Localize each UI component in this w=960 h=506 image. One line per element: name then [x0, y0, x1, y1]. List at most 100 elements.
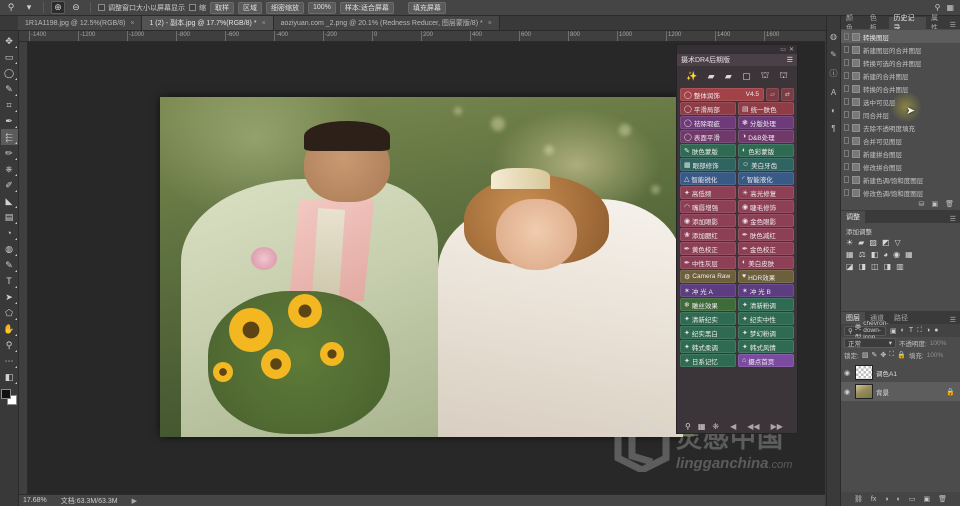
info-icon[interactable]: ⓘ	[830, 68, 838, 79]
move-tool[interactable]: ✥	[1, 33, 18, 49]
dr-button-智能锐化[interactable]: △ 智能锐化	[680, 172, 736, 185]
dr-button-高光修复[interactable]: ☀ 高光修复	[738, 186, 794, 199]
stamp-icon[interactable]: ⛫	[761, 70, 769, 82]
exposure-icon[interactable]: ◩	[882, 238, 890, 247]
brightness-icon[interactable]: ☀	[846, 238, 853, 247]
history-item[interactable]: 新建拼合图层	[841, 147, 960, 160]
dr-button-清新纪实[interactable]: ✦ 清新纪实	[680, 312, 736, 325]
history-snapshot-checkbox[interactable]	[844, 189, 849, 196]
dr-button-嘴唇增强[interactable]: ◠ 嘴唇增强	[680, 200, 736, 213]
scrub-checkbox[interactable]: 缩	[189, 3, 206, 13]
dr-button-肤色蒙版[interactable]: ✎ 肤色蒙版	[680, 144, 736, 157]
document-tab-active[interactable]: 1 (2) - 副本.jpg @ 17.7%(RGB/8) * ×	[142, 16, 274, 30]
history-brush-tool[interactable]: ✐	[1, 177, 18, 193]
vibrance-icon[interactable]: ▽	[894, 238, 900, 247]
invert-icon[interactable]: ◪	[846, 262, 854, 271]
history-item[interactable]: 同合并层	[841, 108, 960, 121]
mask-icon[interactable]: ◑	[884, 496, 888, 503]
fill-value[interactable]: 100%	[927, 352, 944, 359]
dr-button-肤色减红[interactable]: ✒ 肤色减红	[738, 228, 794, 241]
dr-button-平滑局部[interactable]: ◯ 平滑局部	[680, 102, 736, 115]
opacity-value[interactable]: 100%	[930, 340, 947, 347]
history-snapshot-checkbox[interactable]	[844, 163, 849, 170]
quickmask-tool[interactable]: ◧	[1, 369, 18, 385]
dr-nav-button[interactable]: ◀◀	[747, 422, 759, 431]
dr-button-冲 光 B[interactable]: ✶ 冲 光 B	[738, 284, 794, 297]
history-snapshot-checkbox[interactable]	[844, 85, 849, 92]
fill-screen-button[interactable]: 填充屏幕	[407, 1, 446, 14]
zoom-tool[interactable]: ⚲	[1, 337, 18, 353]
dr-button-韩式风情[interactable]: ✦ 韩式风情	[738, 340, 794, 353]
dr-button-眼部修饰[interactable]: ▦ 眼部修饰	[680, 158, 736, 171]
dr-titlebar[interactable]: ▭ ✕	[677, 45, 797, 54]
bw-icon[interactable]: ◧	[871, 250, 879, 259]
selective-color-icon[interactable]: ▥	[896, 262, 904, 271]
more-tools[interactable]: ⋯	[1, 353, 18, 369]
dr-shape-icon[interactable]: ▱	[766, 88, 779, 101]
zoom-in-icon[interactable]: ⊕	[51, 1, 65, 14]
resize-window-checkbox[interactable]: 调整窗口大小以屏幕显示	[98, 3, 185, 13]
dr-button-智能液化[interactable]: ◜ 智能液化	[738, 172, 794, 185]
area-button[interactable]: 区域	[238, 1, 262, 14]
dr-nav-button[interactable]: ▶▶	[771, 422, 783, 431]
history-item[interactable]: 去除不透明度填充	[841, 121, 960, 134]
image-filter-icon[interactable]: ▣	[890, 327, 897, 335]
document-size[interactable]: 文档:63.3M/63.3M	[61, 496, 118, 506]
history-item[interactable]: 选中可见层	[841, 95, 960, 108]
history-item[interactable]: 新建图层的合并图层	[841, 43, 960, 56]
zoom-out-icon[interactable]: ⊖	[69, 1, 83, 14]
rectangle-icon[interactable]: ▢	[742, 71, 751, 82]
dr-button-韩式柔调[interactable]: ✦ 韩式柔调	[680, 340, 736, 353]
close-icon[interactable]: ×	[262, 20, 266, 27]
history-snapshot-checkbox[interactable]	[844, 59, 849, 66]
eraser-icon[interactable]: ▰	[708, 71, 715, 82]
path-select-tool[interactable]: ➤	[1, 289, 18, 305]
group-icon[interactable]: ▭	[909, 495, 916, 503]
layer-filter-kind[interactable]: ⚲ 类型 chevron-down-icon	[844, 320, 889, 341]
dr-nav-button[interactable]: ◀	[730, 422, 736, 431]
snapshot-icon[interactable]: ⛁	[919, 200, 925, 208]
tab-路径[interactable]: 路径	[889, 312, 913, 324]
lock-image-icon[interactable]: ✎	[871, 351, 877, 359]
dr-button-睫毛修饰[interactable]: ◉ 睫毛修饰	[738, 200, 794, 213]
dr-button-统一肤色[interactable]: ▤ 统一肤色	[738, 102, 794, 115]
stamp-plus-icon[interactable]: ⛫	[779, 70, 787, 82]
history-item[interactable]: 修改色调/饱和度图层	[841, 186, 960, 197]
tab-色板[interactable]: 色板	[864, 15, 889, 32]
status-arrow-icon[interactable]: ▶	[132, 497, 137, 505]
trash-icon[interactable]: 🗑	[945, 200, 954, 208]
scrubby-zoom-button[interactable]: 细密缩放	[266, 1, 304, 14]
lock-artboard-icon[interactable]: ⛶	[889, 351, 894, 359]
dr-button-色彩蒙版[interactable]: ◐ 色彩蒙版	[738, 144, 794, 157]
panel-menu-icon[interactable]: ☰	[787, 56, 793, 64]
dr-button-整体润饰[interactable]: ◯ 整体润饰 V4.5	[680, 88, 764, 101]
tab-颜色[interactable]: 颜色	[841, 15, 865, 32]
dr-button-添加腮红[interactable]: ❀ 添加腮红	[680, 228, 736, 241]
lock-transparent-icon[interactable]: ▨	[862, 351, 869, 359]
dr-button-美白皮肤[interactable]: ◐ 美白皮肤	[738, 256, 794, 269]
dr-button-祛除瑕疵[interactable]: ◯ 祛除瑕疵	[680, 116, 736, 129]
close-icon[interactable]: ×	[488, 20, 492, 27]
new-layer-icon[interactable]: ▣	[923, 495, 930, 503]
lock-position-icon[interactable]: ✥	[880, 351, 886, 359]
color-balance-icon[interactable]: ⚖	[859, 250, 866, 259]
history-snapshot-checkbox[interactable]	[844, 137, 849, 144]
dr-button-表面平滑[interactable]: ◯ 表面平滑	[680, 130, 736, 143]
adjust-icon[interactable]: ◐	[831, 106, 836, 115]
dr-button-添加眼影[interactable]: ◉ 添加眼影	[680, 214, 736, 227]
type-filter-icon[interactable]: T	[909, 327, 913, 335]
blur-tool[interactable]: ◔	[1, 225, 18, 241]
curves-icon[interactable]: ▨	[869, 238, 877, 247]
history-snapshot-checkbox[interactable]	[844, 98, 849, 105]
history-item[interactable]: 新建的合并图层	[841, 69, 960, 82]
magic-wand-icon[interactable]: ✨	[686, 71, 697, 82]
adjustment-icon[interactable]: ◐	[897, 496, 901, 503]
shape-filter-icon[interactable]: ⛶	[917, 327, 922, 335]
foreground-color-swatch[interactable]	[1, 389, 11, 399]
fit-screen-button[interactable]: 样本:适合屏幕	[339, 1, 394, 14]
color-swatches[interactable]	[1, 389, 17, 405]
minimize-icon[interactable]: ▭	[780, 47, 786, 53]
document-tab[interactable]: aoziyuan.com _2.png @ 20.1% (Redness Red…	[273, 16, 500, 30]
dr-button-雕丝效果[interactable]: ❄ 雕丝效果	[680, 298, 736, 311]
dr-button-清新粉调[interactable]: ✦ 清新粉调	[738, 298, 794, 311]
